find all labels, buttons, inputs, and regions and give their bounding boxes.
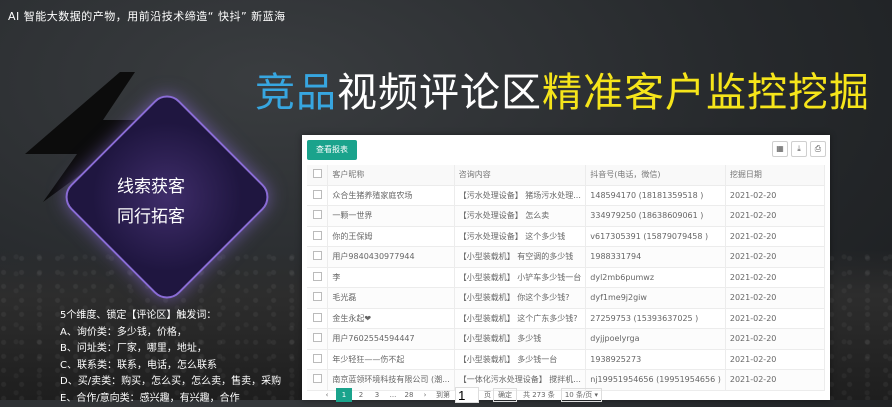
- pagination: ‹ 1 2 3 ... 28 › 到第 页 确定 共 273 条 10 条/页 …: [320, 387, 602, 403]
- cell-date: 2021-02-20: [725, 349, 824, 370]
- table-row: 一颗一世界【污水处理设备】 怎么卖334979250 (18638609061 …: [307, 206, 825, 227]
- table-row: 用户7602554594447【小型装载机】 多少钱dyjjpoelyrga20…: [307, 329, 825, 350]
- headline-part-1: 竞品: [255, 70, 337, 116]
- header-date[interactable]: 挖掘日期: [725, 165, 824, 185]
- feature-item: B、问址类：厂家，哪里，地址，: [60, 341, 281, 358]
- headline: 竞品视频评论区精准客户监控挖掘: [255, 60, 870, 118]
- row-checkbox[interactable]: [307, 206, 328, 227]
- cell-date: 2021-02-20: [725, 247, 824, 268]
- feature-item: C、联系类：联系，电话，怎么联系: [60, 358, 281, 375]
- table-row: 毛光磊【小型装载机】 你这个多少钱?dyf1me9j2giw2021-02-20: [307, 288, 825, 309]
- cell-douyin: 148594170 (18181359518 ): [586, 185, 726, 206]
- cell-name: 众合生猪养殖家庭农场: [328, 185, 454, 206]
- cell-content: 【污水处理设备】 这个多少钱: [454, 226, 586, 247]
- export-icon[interactable]: ⤓: [791, 141, 807, 157]
- row-checkbox[interactable]: [307, 329, 328, 350]
- feature-item: A、询价类：多少钱，价格，: [60, 325, 281, 342]
- headline-part-2: 视频评论区: [337, 70, 542, 116]
- cell-douyin: 1938925273: [586, 349, 726, 370]
- table-row: 金生永起❤【小型装载机】 这个广东多少钱?27259753 (153936370…: [307, 308, 825, 329]
- feature-item: E、合作/意向类：感兴趣，有兴趣，合作: [60, 391, 281, 407]
- toolbar-icons: ▦ ⤓ ⎙: [769, 141, 826, 157]
- table-row: 李【小型装载机】 小铲车多少钱一台dyl2mb6pumwz2021-02-20: [307, 267, 825, 288]
- cell-douyin: 334979250 (18638609061 ): [586, 206, 726, 227]
- cell-content: 【小型装载机】 你这个多少钱?: [454, 288, 586, 309]
- tagline: AI 智能大数据的产物，用前沿技术缔造“ 快抖” 新蓝海: [8, 10, 338, 24]
- grid-icon[interactable]: ▦: [772, 141, 788, 157]
- cell-date: 2021-02-20: [725, 185, 824, 206]
- prev-page-button[interactable]: ‹: [320, 389, 334, 401]
- row-checkbox[interactable]: [307, 288, 328, 309]
- cell-date: 2021-02-20: [725, 308, 824, 329]
- cell-content: 【小型装载机】 这个广东多少钱?: [454, 308, 586, 329]
- cell-name: 李: [328, 267, 454, 288]
- cell-content: 【小型装载机】 小铲车多少钱一台: [454, 267, 586, 288]
- feature-list: 5个维度、锁定【评论区】触发词： A、询价类：多少钱，价格， B、问址类：厂家，…: [60, 308, 281, 407]
- cell-date: 2021-02-20: [725, 206, 824, 227]
- cell-name: 金生永起❤: [328, 308, 454, 329]
- cell-date: 2021-02-20: [725, 267, 824, 288]
- table-row: 你的王保姆【污水处理设备】 这个多少钱v617305391 (158790794…: [307, 226, 825, 247]
- table-header-row: 客户昵称 咨询内容 抖音号(电话，微信) 挖掘日期: [307, 165, 825, 185]
- table-row: 用户9840430977944【小型装载机】 有空调的多少钱1988331794…: [307, 247, 825, 268]
- cell-douyin: v617305391 (15879079458 ): [586, 226, 726, 247]
- page-unit-label: 页: [484, 390, 491, 400]
- page-size-value: 10 条/页: [565, 391, 593, 399]
- row-checkbox[interactable]: [307, 247, 328, 268]
- next-page-button[interactable]: ›: [418, 389, 432, 401]
- header-douyin-id[interactable]: 抖音号(电话，微信): [586, 165, 726, 185]
- badge-line-2: 同行拓客: [95, 202, 207, 232]
- header-inquiry-content[interactable]: 咨询内容: [454, 165, 586, 185]
- cell-douyin: 27259753 (15393637025 ): [586, 308, 726, 329]
- goto-label: 到第: [436, 390, 450, 400]
- cell-date: 2021-02-20: [725, 370, 824, 391]
- feature-item: 5个维度、锁定【评论区】触发词：: [60, 308, 281, 325]
- select-all-checkbox[interactable]: [307, 165, 328, 185]
- table-row: 年少轻狂——伤不起【小型装载机】 多少钱一台19389252732021-02-…: [307, 349, 825, 370]
- cell-name: 一颗一世界: [328, 206, 454, 227]
- headline-part-3: 精准客户监控挖掘: [542, 70, 870, 116]
- cell-douyin: dyl2mb6pumwz: [586, 267, 726, 288]
- header-customer-name[interactable]: 客户昵称: [328, 165, 454, 185]
- feature-item: D、买/卖类：购买，怎么买，怎么卖，售卖，采购: [60, 374, 281, 391]
- cell-date: 2021-02-20: [725, 329, 824, 350]
- leads-panel: 查看报表 ▦ ⤓ ⎙ 客户昵称 咨询内容 抖音号(电话，微信) 挖掘日期 众合生…: [302, 135, 830, 400]
- row-checkbox[interactable]: [307, 185, 328, 206]
- chevron-down-icon: ▾: [595, 391, 599, 399]
- cell-date: 2021-02-20: [725, 288, 824, 309]
- row-checkbox[interactable]: [307, 349, 328, 370]
- row-checkbox[interactable]: [307, 226, 328, 247]
- page-number-button[interactable]: 28: [402, 389, 416, 401]
- page-number-button[interactable]: 3: [370, 389, 384, 401]
- row-checkbox[interactable]: [307, 308, 328, 329]
- cell-douyin: 1988331794: [586, 247, 726, 268]
- cell-content: 【小型装载机】 多少钱: [454, 329, 586, 350]
- cell-name: 毛光磊: [328, 288, 454, 309]
- row-checkbox[interactable]: [307, 267, 328, 288]
- badge-line-1: 线索获客: [95, 172, 207, 202]
- print-icon[interactable]: ⎙: [810, 141, 826, 157]
- goto-page-input[interactable]: [455, 387, 479, 403]
- cell-douyin: nj19951954656 (19951954656 ): [586, 370, 726, 391]
- total-count: 共 273 条: [523, 390, 555, 400]
- cell-content: 【污水处理设备】 怎么卖: [454, 206, 586, 227]
- badge-text: 线索获客 同行拓客: [95, 172, 207, 232]
- cell-name: 你的王保姆: [328, 226, 454, 247]
- cell-douyin: dyf1me9j2giw: [586, 288, 726, 309]
- cell-name: 用户9840430977944: [328, 247, 454, 268]
- cell-content: 【小型装载机】 有空调的多少钱: [454, 247, 586, 268]
- panel-toolbar: 查看报表 ▦ ⤓ ⎙: [302, 135, 830, 165]
- cell-name: 年少轻狂——伤不起: [328, 349, 454, 370]
- leads-table: 客户昵称 咨询内容 抖音号(电话，微信) 挖掘日期 众合生猪养殖家庭农场【污水处…: [307, 165, 825, 391]
- cell-douyin: dyjjpoelyrga: [586, 329, 726, 350]
- cell-content: 【污水处理设备】 猪场污水处理...: [454, 185, 586, 206]
- view-report-button[interactable]: 查看报表: [307, 140, 357, 160]
- cell-name: 用户7602554594447: [328, 329, 454, 350]
- page-number-button[interactable]: 2: [354, 389, 368, 401]
- page-ellipsis: ...: [386, 389, 400, 401]
- table-row: 众合生猪养殖家庭农场【污水处理设备】 猪场污水处理...148594170 (1…: [307, 185, 825, 206]
- cell-date: 2021-02-20: [725, 226, 824, 247]
- cell-content: 【小型装载机】 多少钱一台: [454, 349, 586, 370]
